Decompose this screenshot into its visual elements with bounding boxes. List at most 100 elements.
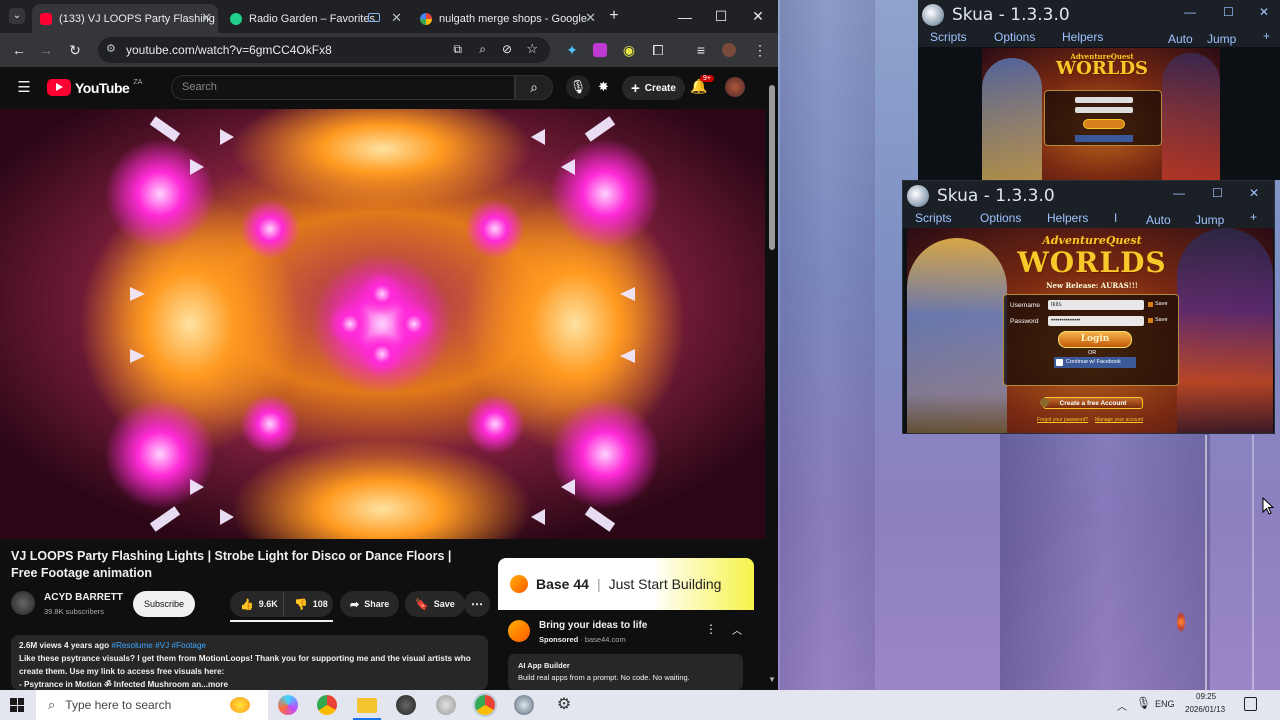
subscribe-button[interactable]: Subscribe bbox=[133, 591, 196, 617]
tab-search-icon[interactable]: ⌄ bbox=[9, 8, 25, 24]
tab-youtube[interactable]: (133) VJ LOOPS Party Flashing L ✕ bbox=[32, 4, 218, 33]
username-input[interactable] bbox=[1075, 97, 1133, 103]
collapse-chevron-icon[interactable]: ︿ bbox=[732, 622, 742, 637]
account-avatar[interactable] bbox=[725, 77, 745, 97]
page-scrollbar[interactable]: ▼ bbox=[766, 75, 778, 690]
maximize-button[interactable]: ☐ bbox=[1212, 186, 1223, 200]
channel-avatar[interactable] bbox=[11, 591, 35, 615]
menu-scripts[interactable]: Scripts bbox=[930, 30, 967, 44]
settings-gear-icon[interactable]: ⚙ bbox=[554, 695, 574, 715]
youtube-search-input[interactable]: Search bbox=[171, 75, 515, 100]
taskbar-search-input[interactable]: ⌕ Type here to search bbox=[36, 690, 268, 720]
address-bar[interactable]: ⚙ youtube.com/watch?v=6gmCC4OkFx8 ⧉ ⌕ ⊘ … bbox=[98, 37, 550, 63]
menu-add[interactable]: + bbox=[1263, 29, 1270, 43]
hashtags[interactable]: #Resolume #VJ #Footage bbox=[111, 641, 206, 650]
close-tab-icon[interactable]: ✕ bbox=[201, 10, 212, 26]
menu-scripts[interactable]: Scripts bbox=[915, 211, 952, 225]
hamburger-menu-icon[interactable]: ☰ bbox=[16, 80, 32, 96]
ad-card[interactable]: AI App Builder Build real apps from a pr… bbox=[508, 654, 743, 690]
minimize-button[interactable]: — bbox=[1173, 186, 1185, 200]
close-tab-icon[interactable]: ✕ bbox=[391, 10, 402, 26]
save-username-checkbox[interactable] bbox=[1148, 302, 1153, 307]
scroll-down-arrow-icon[interactable]: ▼ bbox=[768, 675, 776, 684]
forgot-password-link[interactable]: Forgot your password? bbox=[1037, 417, 1088, 423]
menu-auto[interactable]: Auto bbox=[1146, 213, 1171, 227]
menu-jump[interactable]: Jump bbox=[1195, 213, 1224, 227]
close-window-button[interactable]: ✕ bbox=[1249, 186, 1259, 200]
ad-banner[interactable]: Base 44 | Just Start Building bbox=[498, 558, 754, 610]
file-explorer-icon[interactable] bbox=[357, 698, 377, 713]
more-actions-button[interactable]: ⋯ bbox=[464, 591, 490, 617]
username-input[interactable]: tkits bbox=[1048, 300, 1144, 310]
tab-radio-garden[interactable]: Radio Garden – Favorites ✕ bbox=[222, 4, 408, 33]
bookmark-star-icon[interactable]: ☆ bbox=[526, 41, 538, 57]
login-button[interactable]: Login bbox=[1058, 331, 1132, 348]
site-info-icon[interactable]: ⚙ bbox=[106, 42, 116, 55]
password-input[interactable] bbox=[1075, 107, 1133, 113]
menu-helpers[interactable]: Helpers bbox=[1047, 211, 1088, 225]
zoom-icon[interactable]: ⌕ bbox=[479, 42, 486, 57]
maximize-button[interactable]: ☐ bbox=[703, 0, 739, 33]
language-indicator[interactable]: ENG bbox=[1155, 699, 1175, 709]
game-viewport[interactable]: AdventureQuest WORLDS bbox=[982, 48, 1220, 180]
media-controls-icon[interactable]: ≡ bbox=[693, 42, 709, 58]
new-tab-icon[interactable]: + bbox=[606, 8, 622, 24]
clock-date[interactable]: 2026/01/13 bbox=[1185, 705, 1225, 714]
extension-icon[interactable] bbox=[593, 43, 607, 57]
facebook-login-button[interactable]: Continue w/ Facebook bbox=[1054, 357, 1136, 368]
save-password-checkbox[interactable] bbox=[1148, 318, 1153, 323]
ad-menu-icon[interactable]: ⋮ bbox=[705, 622, 717, 636]
extension-icon[interactable]: ◉ bbox=[621, 42, 637, 58]
menu-auto[interactable]: Auto bbox=[1168, 32, 1193, 46]
forward-icon[interactable]: → bbox=[38, 42, 54, 58]
like-button[interactable]: 👍 9.6K bbox=[230, 591, 283, 617]
profile-avatar[interactable] bbox=[722, 43, 736, 57]
microphone-icon[interactable]: 🎙 bbox=[1136, 696, 1151, 710]
browser-menu-icon[interactable]: ⋮ bbox=[752, 42, 768, 58]
video-player[interactable] bbox=[0, 109, 765, 539]
windows-start-icon[interactable] bbox=[10, 698, 24, 712]
manage-account-link[interactable]: Manage your account bbox=[1095, 417, 1143, 423]
menu-overflow[interactable]: I bbox=[1114, 211, 1117, 225]
sponsored-ad[interactable]: Base 44 | Just Start Building Bring your… bbox=[498, 558, 754, 690]
search-icon[interactable]: ⌕ bbox=[515, 75, 553, 100]
menu-options[interactable]: Options bbox=[980, 211, 1021, 225]
chrome-icon[interactable] bbox=[317, 695, 337, 715]
clock-time[interactable]: 09:25 bbox=[1196, 692, 1216, 701]
facebook-button[interactable] bbox=[1075, 135, 1133, 142]
extension-icon[interactable]: ✦ bbox=[564, 42, 580, 58]
maximize-button[interactable]: ☐ bbox=[1223, 5, 1234, 19]
login-button[interactable] bbox=[1083, 119, 1125, 129]
menu-jump[interactable]: Jump bbox=[1207, 32, 1236, 46]
dislike-button[interactable]: 👎 108 bbox=[283, 591, 333, 617]
create-account-button[interactable]: Create a free Account bbox=[1043, 397, 1143, 409]
game-viewport[interactable]: AdventureQuest WORLDS New Release: AURAS… bbox=[907, 228, 1273, 433]
close-tab-icon[interactable]: ✕ bbox=[585, 10, 596, 26]
password-input[interactable]: •••••••••••••• bbox=[1048, 316, 1144, 326]
minimize-button[interactable]: — bbox=[667, 0, 703, 33]
app-icon[interactable] bbox=[436, 695, 456, 715]
copilot-icon[interactable] bbox=[278, 695, 298, 715]
voice-search-icon[interactable]: 🎙 bbox=[566, 75, 590, 99]
minimize-button[interactable]: — bbox=[1184, 5, 1196, 19]
notification-center-icon[interactable] bbox=[1244, 697, 1257, 711]
scrollbar-thumb[interactable] bbox=[769, 85, 775, 250]
reload-icon[interactable]: ↻ bbox=[67, 42, 83, 58]
chrome-icon[interactable] bbox=[475, 695, 495, 715]
youtube-logo[interactable]: YouTube ZA bbox=[47, 79, 142, 96]
extension-icon[interactable]: ✸ bbox=[598, 79, 609, 95]
menu-helpers[interactable]: Helpers bbox=[1062, 30, 1103, 44]
show-more-link[interactable]: ...more bbox=[201, 680, 228, 689]
menu-add[interactable]: + bbox=[1250, 210, 1257, 224]
tracking-blocked-icon[interactable]: ⊘ bbox=[502, 42, 512, 56]
tab-google-search[interactable]: nulgath merge shops - Google ✕ bbox=[412, 4, 602, 33]
menu-options[interactable]: Options bbox=[994, 30, 1035, 44]
skua-taskbar-icon[interactable] bbox=[514, 695, 534, 715]
close-window-button[interactable]: ✕ bbox=[740, 0, 776, 33]
extensions-puzzle-icon[interactable]: ⧠ bbox=[650, 42, 666, 58]
save-button[interactable]: 🔖 Save bbox=[405, 591, 465, 617]
share-button[interactable]: ➦ Share bbox=[340, 591, 400, 617]
install-app-icon[interactable]: ⧉ bbox=[453, 42, 462, 57]
channel-name[interactable]: ACYD BARRETT bbox=[44, 592, 123, 603]
show-hidden-icons-chevron-icon[interactable]: ︿ bbox=[1117, 698, 1127, 713]
